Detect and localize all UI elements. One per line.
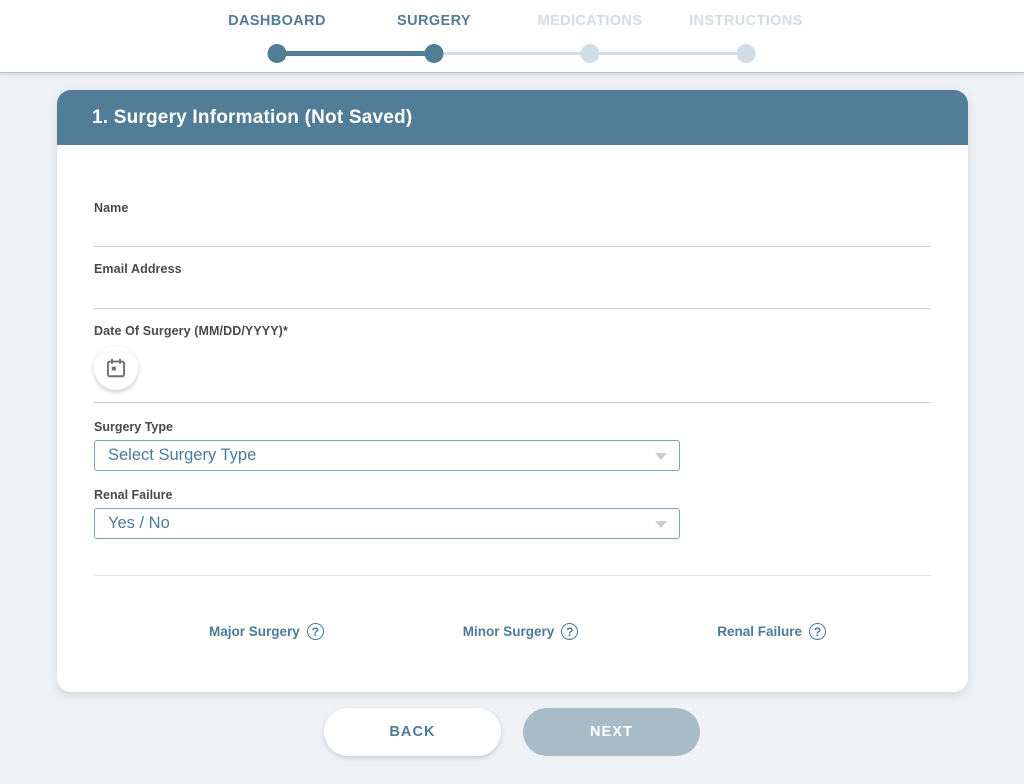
- question-mark-icon[interactable]: ?: [561, 623, 579, 640]
- surgery-information-card: 1. Surgery Information (Not Saved) Name …: [57, 90, 968, 692]
- help-links-row: Major Surgery ? Minor Surgery ? Renal Fa…: [94, 623, 931, 640]
- renal-failure-value: Yes / No: [108, 514, 170, 532]
- stepper-dot-dashboard[interactable]: [267, 44, 287, 63]
- step-label-surgery[interactable]: SURGERY: [397, 13, 471, 29]
- surgery-type-value: Select Surgery Type: [108, 446, 257, 464]
- stepper-dot-medications[interactable]: [580, 44, 600, 63]
- question-mark-icon[interactable]: ?: [808, 623, 826, 640]
- step-label-instructions[interactable]: INSTRUCTIONS: [689, 13, 803, 29]
- date-picker-button[interactable]: [94, 346, 138, 390]
- help-link-minor-surgery-label: Minor Surgery: [462, 624, 555, 639]
- step-label-dashboard[interactable]: DASHBOARD: [228, 13, 326, 29]
- chevron-down-icon: [655, 520, 667, 528]
- stepper-dot-instructions[interactable]: [736, 44, 756, 63]
- stepper-track-3-4: [590, 52, 746, 55]
- help-link-major-surgery-label: Major Surgery: [209, 624, 300, 639]
- renal-failure-label: Renal Failure: [94, 488, 173, 502]
- stepper-track-2-3: [434, 52, 590, 55]
- surgery-type-select[interactable]: Select Surgery Type: [94, 440, 680, 471]
- top-nav-bar: DASHBOARD SURGERY MEDICATIONS INSTRUCTIO…: [0, 0, 1024, 73]
- progress-stepper: DASHBOARD SURGERY MEDICATIONS INSTRUCTIO…: [0, 0, 1024, 73]
- date-of-surgery-label: Date Of Surgery (MM/DD/YYYY)*: [94, 324, 288, 338]
- help-link-renal-failure[interactable]: Renal Failure ?: [717, 623, 826, 640]
- surgery-type-label: Surgery Type: [94, 420, 173, 434]
- email-field-label: Email Address: [94, 262, 182, 276]
- help-link-minor-surgery[interactable]: Minor Surgery ?: [463, 623, 579, 640]
- name-field[interactable]: Name: [94, 145, 931, 247]
- card-title: 1. Surgery Information (Not Saved): [57, 90, 968, 145]
- form-footer: BACK NEXT: [0, 708, 1024, 756]
- next-button[interactable]: NEXT: [523, 708, 700, 756]
- step-label-medications[interactable]: MEDICATIONS: [538, 13, 643, 29]
- help-link-renal-failure-label: Renal Failure: [717, 624, 802, 639]
- stepper-dot-surgery[interactable]: [424, 44, 444, 63]
- section-divider: [94, 575, 931, 576]
- back-button[interactable]: BACK: [324, 708, 501, 756]
- chevron-down-icon: [655, 452, 667, 460]
- date-of-surgery-field[interactable]: Date Of Surgery (MM/DD/YYYY)*: [94, 309, 931, 403]
- help-link-major-surgery[interactable]: Major Surgery ?: [209, 623, 324, 640]
- calendar-icon: [105, 357, 127, 379]
- renal-failure-select[interactable]: Yes / No: [94, 508, 680, 539]
- email-field[interactable]: Email Address: [94, 247, 931, 309]
- question-mark-icon[interactable]: ?: [306, 623, 324, 640]
- stepper-track-1-2: [277, 51, 434, 56]
- name-field-label: Name: [94, 201, 129, 215]
- card-body: Name Email Address Date Of Surgery (MM/D…: [57, 145, 968, 692]
